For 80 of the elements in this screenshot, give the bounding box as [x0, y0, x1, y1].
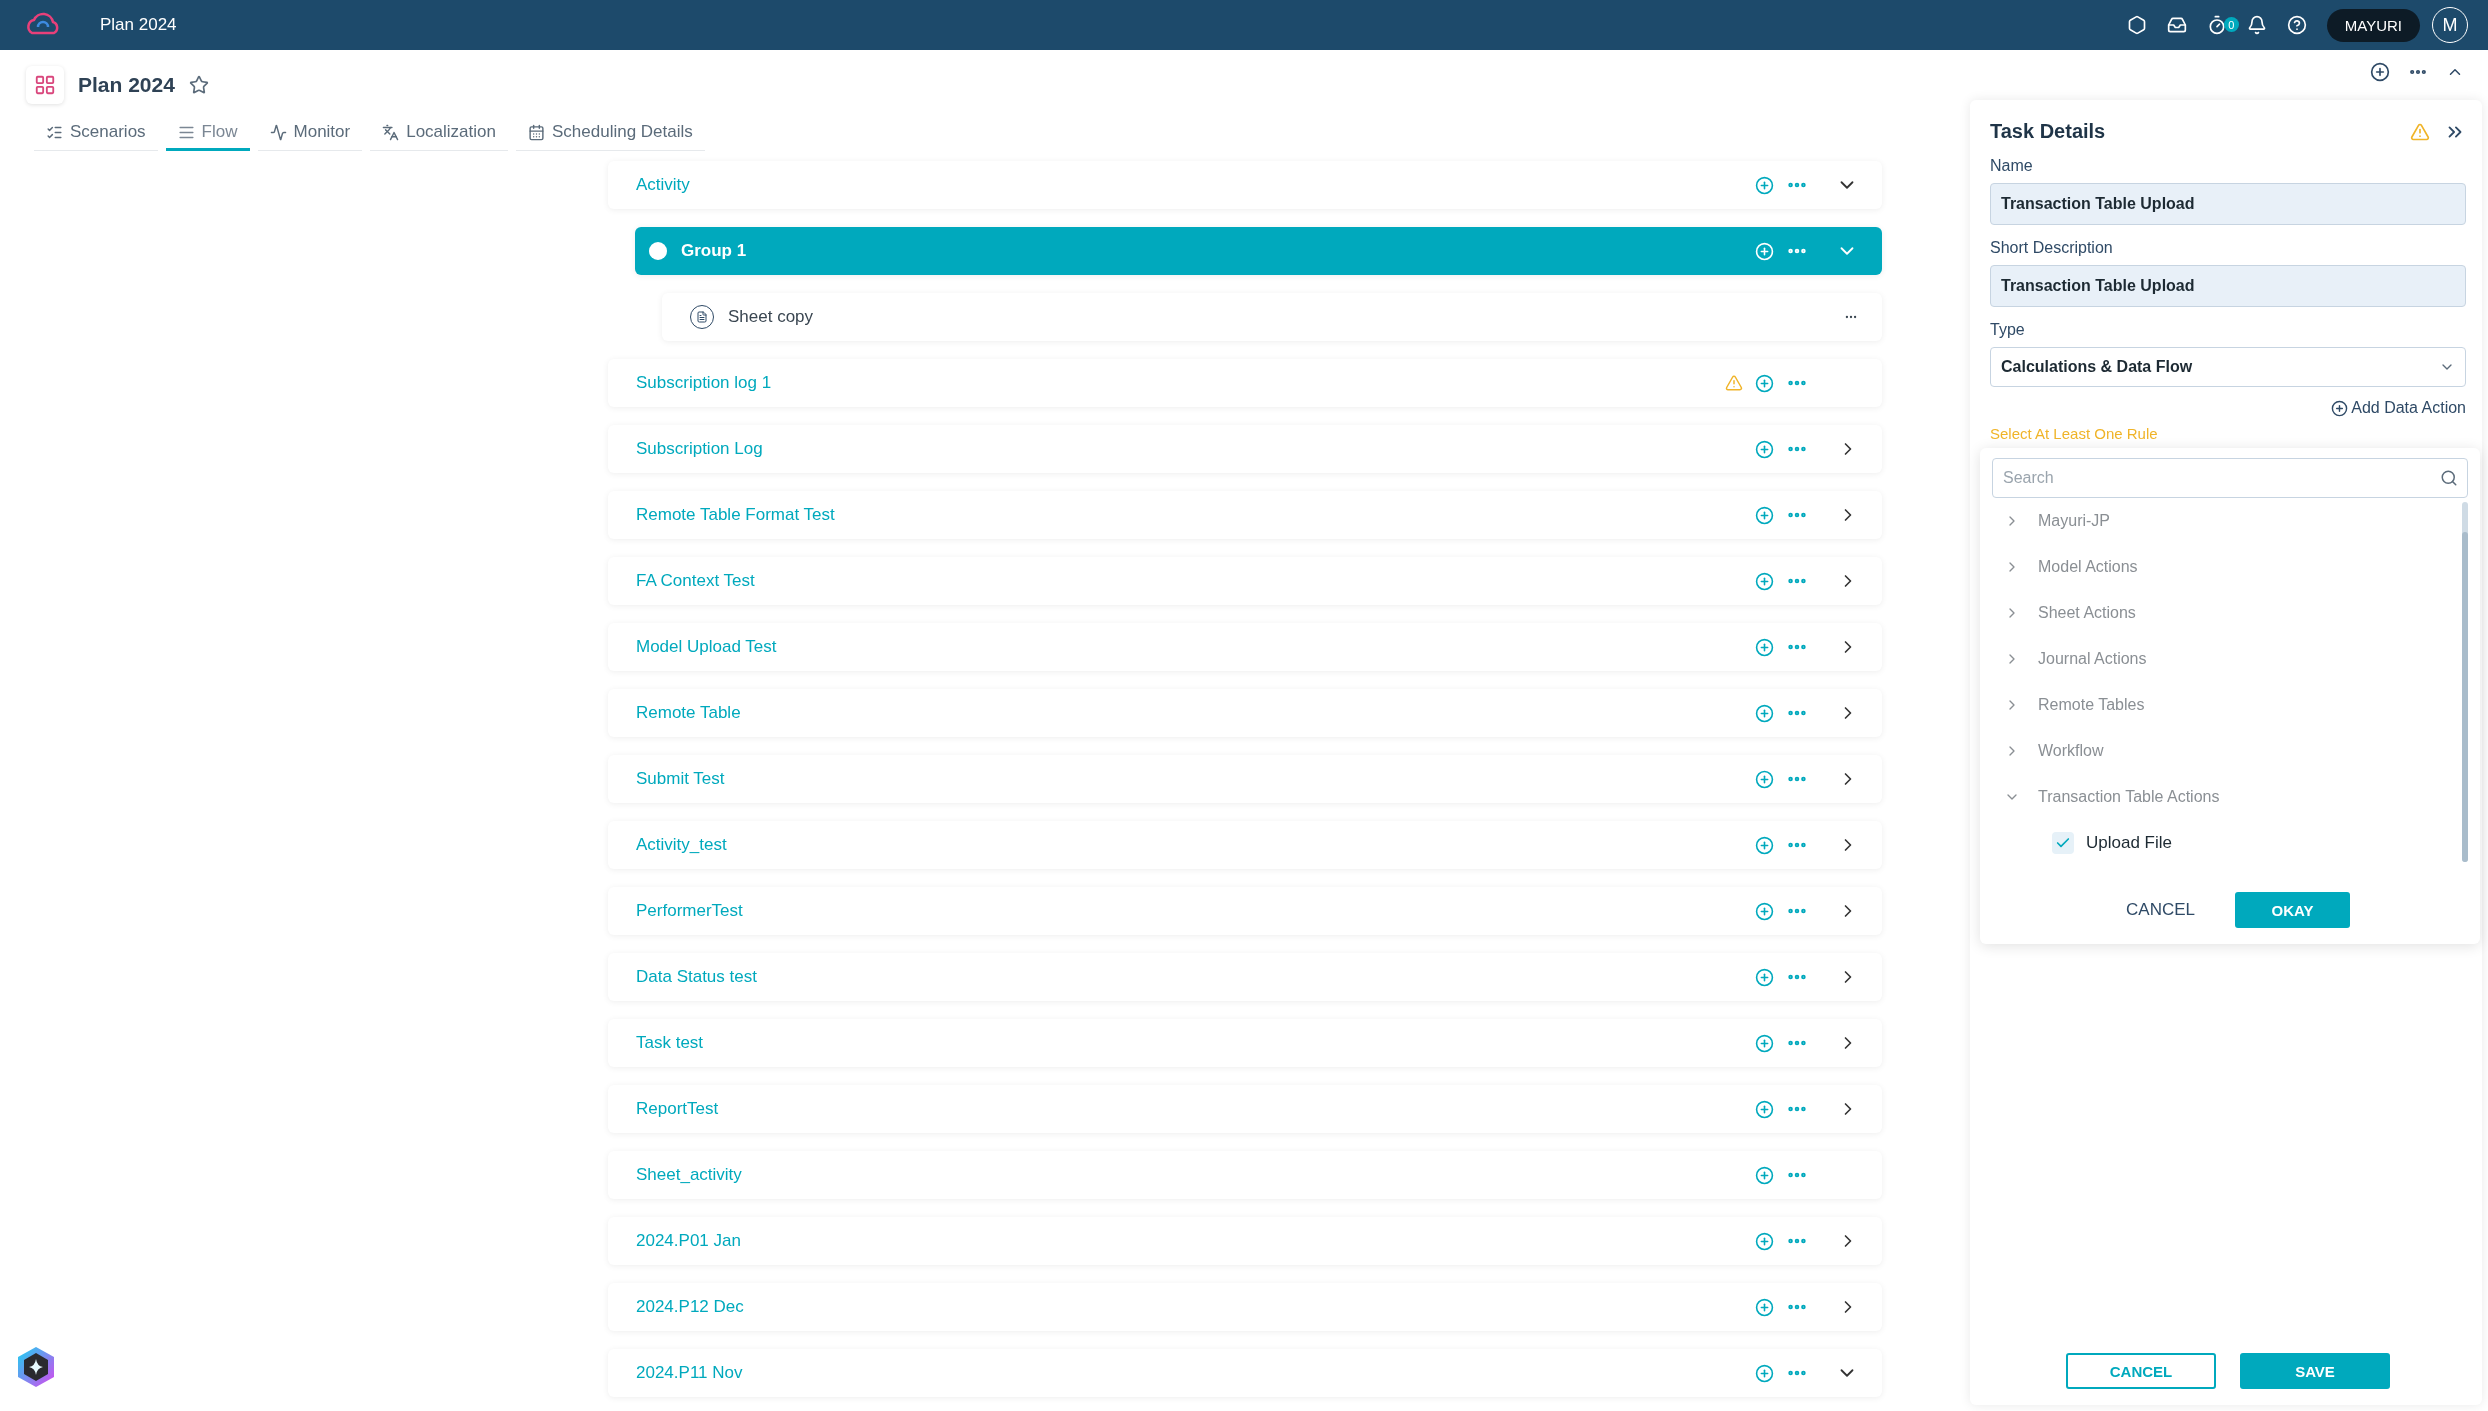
search-field[interactable]: Search — [1992, 458, 2468, 498]
row-label: FA Context Test — [636, 571, 756, 591]
status-dot-icon — [649, 242, 667, 260]
text-field[interactable]: Transaction Table Upload — [1990, 183, 2466, 225]
row-label: PerformerTest — [636, 901, 744, 921]
tree-item[interactable]: Mayuri-JP — [1992, 498, 2456, 544]
page-title: Plan 2024 — [78, 73, 175, 97]
tab-icon — [382, 123, 400, 141]
checkbox-label: Upload File — [2086, 833, 2172, 853]
validation-message: Select At Least One Rule — [1990, 425, 2159, 442]
bell-icon[interactable] — [2246, 15, 2267, 35]
timer-count: 0 — [2223, 17, 2239, 32]
row-label: Sheet copy — [728, 307, 815, 327]
tab[interactable]: Scenarios — [34, 114, 158, 151]
row-label: Subscription Log — [636, 439, 764, 459]
okay-button[interactable]: OKAY — [2235, 892, 2350, 928]
row-label: 2024.P11 Nov — [636, 1363, 744, 1383]
tree-item[interactable]: Journal Actions — [1992, 636, 2456, 682]
add-icon[interactable] — [2370, 62, 2390, 82]
row-label: Submit Test — [636, 769, 726, 789]
user-button[interactable]: MAYURI — [2326, 8, 2420, 42]
row-label: Activity_test — [636, 835, 728, 855]
activity-row[interactable]: Submit Test — [608, 755, 1882, 803]
row-label: Subscription log 1 — [636, 373, 773, 393]
activity-row[interactable]: Data Status test — [608, 953, 1882, 1001]
activity-row[interactable]: Task test — [608, 1019, 1882, 1067]
cancel-button[interactable]: CANCEL — [2066, 1353, 2216, 1389]
row-label: Data Status test — [636, 967, 758, 987]
activity-row[interactable]: 2024.P11 Nov — [608, 1349, 1882, 1397]
field-label: Name — [1990, 157, 2034, 175]
row-label: Activity — [636, 175, 691, 195]
inbox-icon[interactable] — [2166, 15, 2187, 35]
task-row[interactable]: Sheet copy — [662, 293, 1882, 341]
row-label: 2024.P01 Jan — [636, 1231, 742, 1251]
row-label: Sheet_activity — [636, 1165, 743, 1185]
field-label: Type — [1990, 321, 2026, 339]
checkbox[interactable] — [2052, 832, 2074, 854]
row-label: Remote Table — [636, 703, 742, 723]
tab-icon — [528, 123, 545, 141]
add-data-action-link[interactable]: Add Data Action — [2331, 399, 2466, 417]
activity-row[interactable]: Remote Table Format Test — [608, 491, 1882, 539]
row-label: Task test — [636, 1033, 705, 1053]
star-icon[interactable] — [188, 75, 209, 95]
row-label: Model Upload Test — [636, 637, 778, 657]
tree-item[interactable]: Remote Tables — [1992, 682, 2456, 728]
add-icon — [2331, 399, 2349, 417]
tab[interactable]: Scheduling Details — [516, 114, 705, 151]
tab[interactable]: Flow — [165, 114, 250, 151]
row-label: 2024.P12 Dec — [636, 1297, 745, 1317]
tree-item[interactable]: Sheet Actions — [1992, 590, 2456, 636]
cancel-button[interactable]: CANCEL — [2110, 892, 2211, 928]
activity-row[interactable]: Activity — [608, 161, 1882, 209]
row-label: Remote Table Format Test — [636, 505, 836, 525]
tree-item[interactable]: Model Actions — [1992, 544, 2456, 590]
row-label: ReportTest — [636, 1099, 720, 1119]
activity-row[interactable]: 2024.P12 Dec — [608, 1283, 1882, 1331]
text-field[interactable]: Transaction Table Upload — [1990, 265, 2466, 307]
panel-title: Task Details — [1990, 120, 2107, 143]
app-title: Plan 2024 — [100, 15, 178, 35]
activity-row[interactable]: ReportTest — [608, 1085, 1882, 1133]
activity-row[interactable]: FA Context Test — [608, 557, 1882, 605]
activity-row[interactable]: Activity_test — [608, 821, 1882, 869]
save-button[interactable]: SAVE — [2240, 1353, 2390, 1389]
search-icon[interactable] — [2440, 469, 2458, 487]
tab-icon — [269, 123, 287, 141]
tree-item[interactable]: Transaction Table Actions — [1992, 774, 2456, 820]
activity-row[interactable]: 2024.P01 Jan — [608, 1217, 1882, 1265]
tab[interactable]: Monitor — [257, 114, 363, 151]
activity-row[interactable]: Subscription Log — [608, 425, 1882, 473]
help-icon[interactable] — [2286, 15, 2307, 35]
type-dropdown[interactable]: Calculations & Data Flow — [1990, 347, 2466, 387]
activity-row[interactable]: PerformerTest — [608, 887, 1882, 935]
tree-item[interactable]: Workflow — [1992, 728, 2456, 774]
field-label: Short Description — [1990, 239, 2114, 257]
activity-row[interactable]: Remote Table — [608, 689, 1882, 737]
tab[interactable]: Localization — [370, 114, 508, 151]
activity-row[interactable]: Model Upload Test — [608, 623, 1882, 671]
assistant-icon[interactable] — [16, 1345, 56, 1389]
hexagon-icon[interactable] — [2126, 15, 2147, 35]
row-label: Group 1 — [681, 241, 748, 261]
